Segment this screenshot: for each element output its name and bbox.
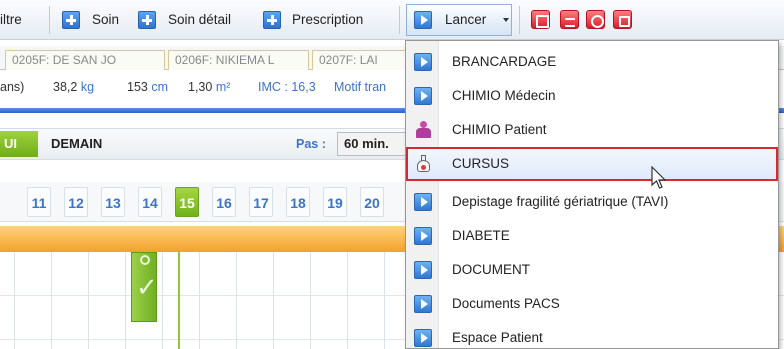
toolbar-separator xyxy=(519,6,520,34)
menu-item-documents-pacs[interactable]: Documents PACS xyxy=(406,287,778,321)
checkmark-icon: ✓ xyxy=(136,273,158,303)
today-button[interactable]: UI xyxy=(0,131,38,157)
menu-item-label: CHIMIO Médecin xyxy=(452,88,556,103)
tomorrow-button[interactable]: DEMAIN xyxy=(51,136,102,151)
lancer-play-icon xyxy=(414,11,432,29)
play-icon xyxy=(414,193,432,211)
menu-item-label: BRANCARDAGE xyxy=(452,54,557,69)
menu-item-label: DOCUMENT xyxy=(452,262,530,277)
patient-icon xyxy=(414,121,432,139)
prescription-add-icon[interactable] xyxy=(263,11,281,29)
menu-item-chimio-medecin[interactable]: CHIMIO Médecin xyxy=(406,79,778,113)
motif-label: Motif tran xyxy=(334,80,387,94)
current-time-line xyxy=(178,252,180,349)
toolbar-separator xyxy=(49,6,50,34)
menu-item-label: Documents PACS xyxy=(452,296,560,311)
menu-item-diabete[interactable]: DIABETE xyxy=(406,219,778,253)
toolbar-separator xyxy=(399,6,400,34)
menu-item-chimio-patient[interactable]: CHIMIO Patient xyxy=(406,113,778,147)
play-icon xyxy=(414,295,432,313)
play-icon xyxy=(414,261,432,279)
recurrence-icon xyxy=(140,255,150,265)
lancer-label: Lancer xyxy=(445,12,487,27)
menu-item-label: DIABETE xyxy=(452,228,510,243)
soin-add-icon[interactable] xyxy=(62,11,80,29)
hour-cell[interactable]: 14 xyxy=(138,187,162,217)
patient-tab[interactable]: 0205F: DE SAN JO xyxy=(5,50,165,70)
hour-cell[interactable]: 20 xyxy=(360,187,384,217)
menu-item-cursus[interactable]: CURSUS xyxy=(406,147,778,181)
menu-item-label: Espace Patient xyxy=(452,330,543,345)
current-hour-cell[interactable]: 15 xyxy=(175,187,199,217)
menu-item-label: CHIMIO Patient xyxy=(452,122,547,137)
flask-icon xyxy=(414,155,432,173)
main-toolbar: iltre Soin Soin détail Prescription Lanc… xyxy=(0,0,784,40)
play-icon xyxy=(414,329,432,347)
menu-item-depistage-tavi[interactable]: Depistage fragilité gériatrique (TAVI) xyxy=(406,185,778,219)
menu-item-espace-patient[interactable]: Espace Patient xyxy=(406,321,778,348)
weight-value: 38,2 kg xyxy=(53,80,95,94)
age-suffix: ans) xyxy=(0,80,25,94)
io-icon[interactable] xyxy=(586,10,605,29)
hour-cell[interactable]: 17 xyxy=(249,187,273,217)
module-icon[interactable] xyxy=(613,10,632,29)
play-icon xyxy=(414,87,432,105)
hour-cell[interactable]: 11 xyxy=(27,187,51,217)
soin-detail-add-icon[interactable] xyxy=(138,11,156,29)
menu-item-document[interactable]: DOCUMENT xyxy=(406,253,778,287)
network-icon[interactable] xyxy=(560,10,579,29)
soin-detail-button[interactable]: Soin détail xyxy=(168,9,231,31)
pas-label: Pas : xyxy=(296,137,326,151)
prescription-button[interactable]: Prescription xyxy=(292,9,363,31)
calendar-icon[interactable] xyxy=(531,10,550,29)
chevron-down-icon xyxy=(503,18,509,22)
patient-tab[interactable]: 0207F: LAI xyxy=(312,50,408,70)
hour-cell[interactable]: 19 xyxy=(323,187,347,217)
lancer-dropdown-button[interactable]: Lancer xyxy=(406,4,512,36)
scheduled-event[interactable]: ✓ xyxy=(131,252,158,322)
lancer-menu: BRANCARDAGE CHIMIO Médecin CHIMIO Patien… xyxy=(405,40,779,349)
mouse-cursor-icon xyxy=(651,166,667,189)
menu-item-label: Depistage fragilité gériatrique (TAVI) xyxy=(452,194,669,209)
menu-item-brancardage[interactable]: BRANCARDAGE xyxy=(406,45,778,79)
soin-button[interactable]: Soin xyxy=(92,9,119,31)
hour-cell[interactable]: 18 xyxy=(286,187,310,217)
filtre-button[interactable]: iltre xyxy=(0,9,22,31)
play-icon xyxy=(414,53,432,71)
hour-cell[interactable]: 13 xyxy=(101,187,125,217)
imc-value: IMC : 16,3 xyxy=(258,80,316,94)
play-icon xyxy=(414,227,432,245)
hour-cell[interactable]: 16 xyxy=(212,187,236,217)
patient-tab[interactable]: 0206F: NIKIEMA L xyxy=(168,50,309,70)
menu-item-label: CURSUS xyxy=(452,156,510,171)
bsa-value: 1,30 m² xyxy=(188,80,231,94)
hour-cell[interactable]: 12 xyxy=(64,187,88,217)
pas-select[interactable]: 60 min. xyxy=(337,132,411,156)
height-value: 153 cm xyxy=(127,80,169,94)
